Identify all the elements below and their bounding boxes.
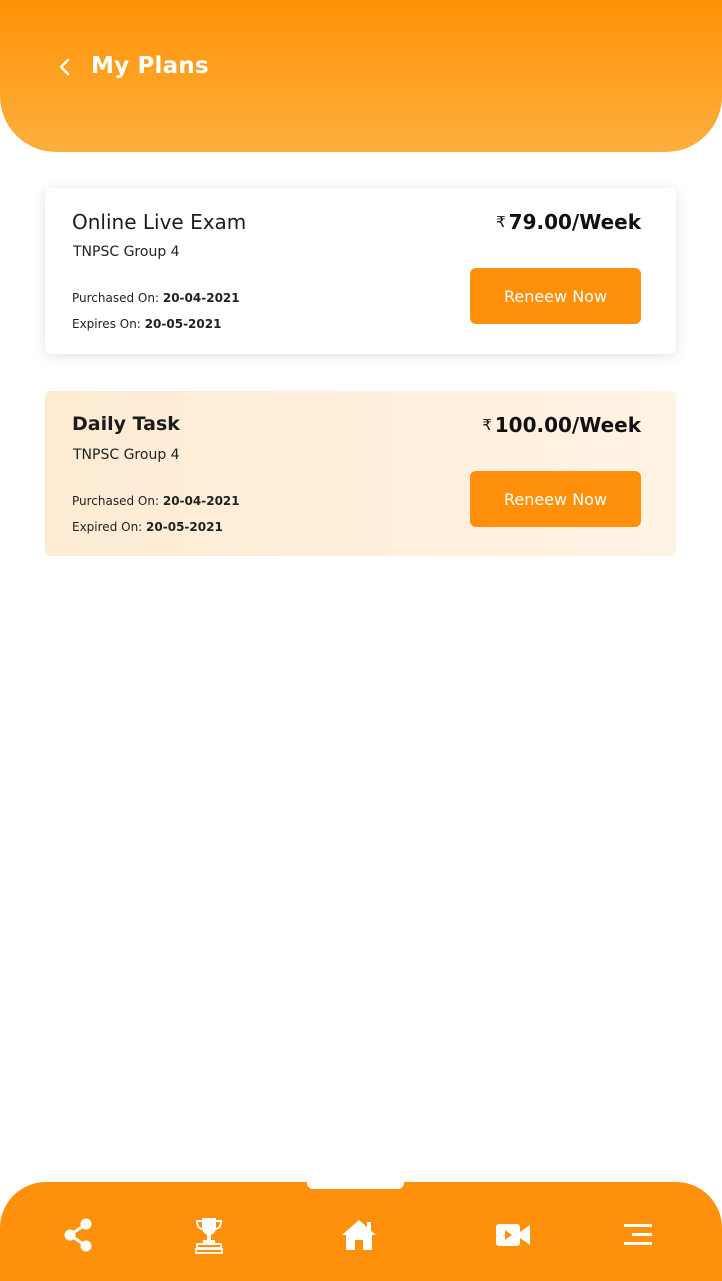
nav-share-button[interactable] xyxy=(58,1215,98,1255)
page-title: My Plans xyxy=(91,53,209,79)
purchased-label: Purchased On: xyxy=(72,291,160,305)
nav-achievements-button[interactable] xyxy=(189,1215,229,1255)
trophy-icon xyxy=(195,1218,223,1254)
purchased-date: 20-04-2021 xyxy=(162,291,240,305)
renew-now-button[interactable]: Reneew Now xyxy=(470,268,641,324)
expiry-date: 20-05-2021 xyxy=(146,520,223,534)
expiry-date-line: Expired On: 20-05-2021 xyxy=(72,520,223,534)
nav-home-button[interactable] xyxy=(339,1215,379,1255)
rupee-symbol: ₹ xyxy=(496,213,506,231)
plan-group: TNPSC Group 4 xyxy=(73,447,180,463)
purchased-date-line: Purchased On: 20-04-2021 xyxy=(72,494,240,508)
expiry-date: 20-05-2021 xyxy=(144,317,222,331)
home-icon xyxy=(342,1220,376,1250)
purchased-date: 20-04-2021 xyxy=(162,494,240,508)
expiry-date-line: Expires On: 20-05-2021 xyxy=(72,317,221,331)
purchased-label: Purchased On: xyxy=(72,494,160,508)
plan-card-online-live-exam: Online Live Exam TNPSC Group 4 Purchased… xyxy=(45,188,676,354)
rupee-symbol: ₹ xyxy=(482,416,492,434)
renew-now-button[interactable]: Reneew Now xyxy=(470,471,641,527)
price-value: 100.00/Week xyxy=(494,413,641,437)
menu-icon xyxy=(624,1224,652,1245)
nav-video-button[interactable] xyxy=(493,1215,533,1255)
expiry-label: Expired On: xyxy=(72,520,143,534)
nav-menu-button[interactable] xyxy=(617,1215,657,1255)
plan-name: Daily Task xyxy=(72,413,180,435)
share-icon xyxy=(64,1218,92,1252)
plan-card-daily-task: Daily Task TNPSC Group 4 Purchased On: 2… xyxy=(45,391,676,556)
header-bar: My Plans xyxy=(0,0,722,152)
chevron-left-icon xyxy=(59,58,70,76)
back-button[interactable] xyxy=(50,52,80,82)
plan-price: ₹100.00/Week xyxy=(482,413,641,437)
plan-group: TNPSC Group 4 xyxy=(73,244,180,260)
expiry-label: Expires On: xyxy=(72,317,141,331)
plan-price: ₹79.00/Week xyxy=(496,210,641,234)
video-icon xyxy=(496,1224,530,1246)
price-value: 79.00/Week xyxy=(508,210,641,234)
nav-notch xyxy=(307,1180,404,1189)
plan-name: Online Live Exam xyxy=(72,210,247,234)
purchased-date-line: Purchased On: 20-04-2021 xyxy=(72,291,240,305)
